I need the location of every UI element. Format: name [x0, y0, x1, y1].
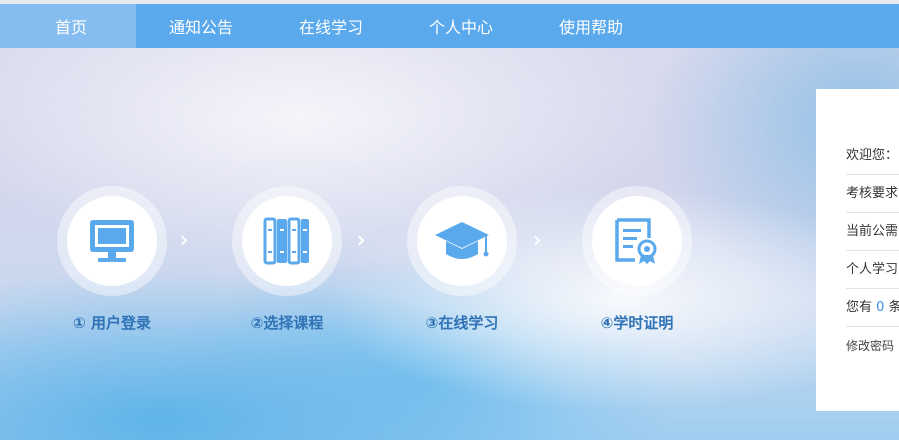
step-arrow-3: ››› [533, 228, 559, 254]
message-notice[interactable]: 您有 0 条 [846, 289, 899, 327]
graduation-cap-icon [435, 222, 489, 259]
books-icon [263, 217, 309, 265]
personal-learning-link[interactable]: 个人学习 [846, 251, 899, 289]
notice-prefix: 您有 [846, 300, 873, 315]
nav-notices[interactable]: 通知公告 [136, 4, 266, 48]
current-course-link[interactable]: 当前公需 [846, 213, 899, 251]
nav-help[interactable]: 使用帮助 [526, 4, 656, 48]
top-strip [0, 0, 899, 4]
nav-personal-center[interactable]: 个人中心 [396, 4, 526, 48]
monitor-icon [90, 220, 134, 262]
step-login-label: ① 用户登录 [73, 314, 151, 332]
step-online-learning[interactable] [407, 186, 517, 296]
step-online-learning-label: ③在线学习 [425, 314, 499, 332]
nav-online-learning[interactable]: 在线学习 [266, 4, 396, 48]
welcome-text: 欢迎您： [846, 137, 899, 175]
certificate-icon [615, 218, 657, 264]
notice-suffix: 条 [888, 300, 899, 315]
change-password-link[interactable]: 修改密码 [846, 327, 899, 365]
requirement-link[interactable]: 考核要求 [846, 175, 899, 213]
step-certificate[interactable] [582, 186, 692, 296]
notice-count: 0 [876, 300, 885, 315]
step-login[interactable] [57, 186, 167, 296]
step-certificate-label: ④学时证明 [600, 314, 674, 332]
step-select-course-label: ②选择课程 [250, 314, 324, 332]
main-nav: 首页 通知公告 在线学习 个人中心 使用帮助 [0, 0, 899, 48]
step-arrow-2: ››› [357, 228, 383, 254]
step-arrow-1: ››› [180, 228, 206, 254]
user-panel: 欢迎您： 考核要求 当前公需 个人学习 您有 0 条 修改密码 [816, 89, 899, 411]
nav-home[interactable]: 首页 [0, 4, 136, 48]
step-select-course[interactable] [232, 186, 342, 296]
